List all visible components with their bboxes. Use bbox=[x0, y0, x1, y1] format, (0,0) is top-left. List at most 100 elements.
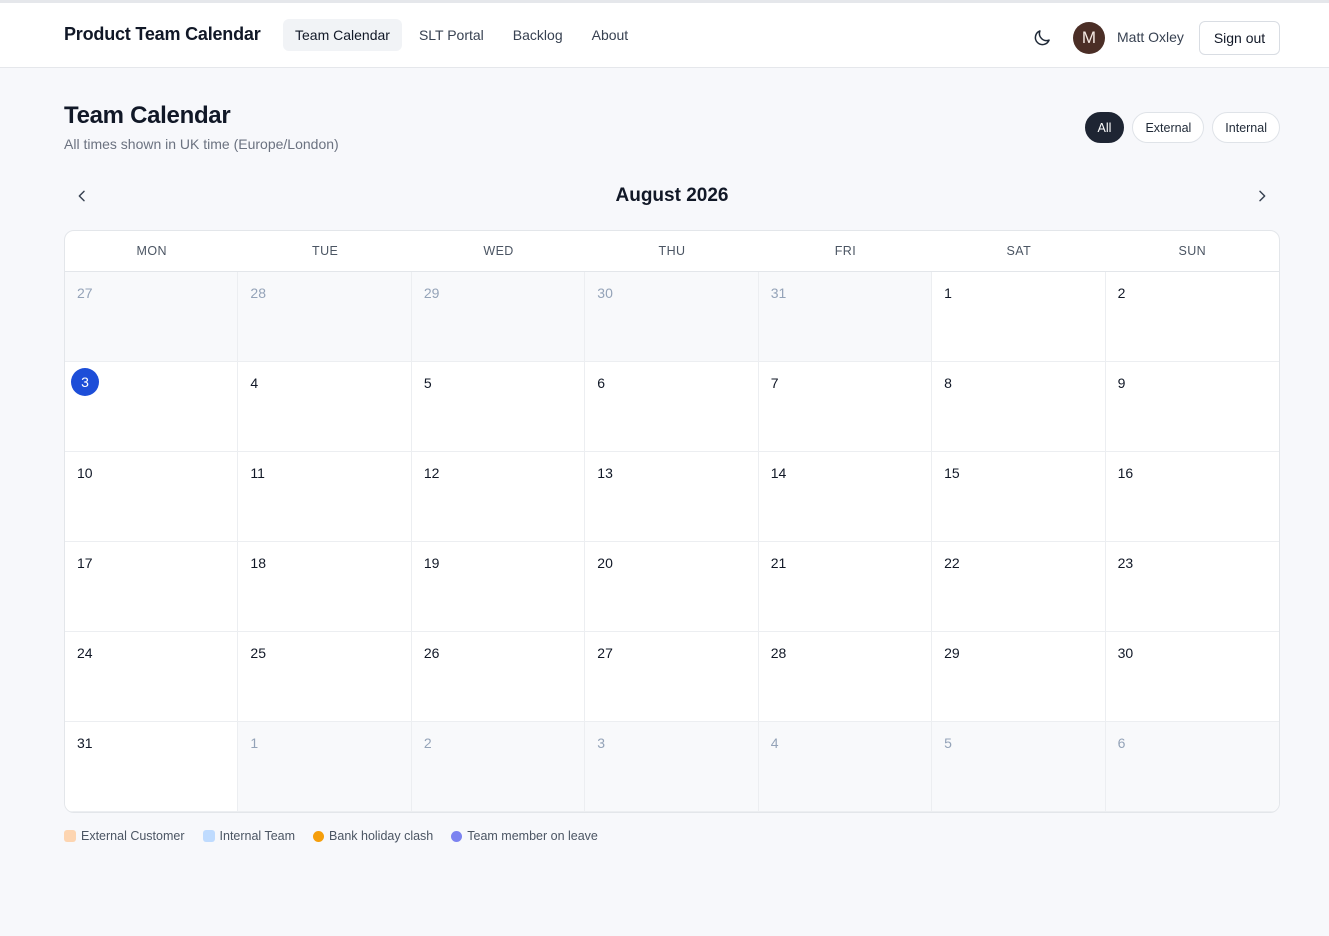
legend-item: Team member on leave bbox=[451, 829, 598, 843]
day-cell[interactable]: 26 bbox=[411, 632, 586, 722]
sign-out-button[interactable]: Sign out bbox=[1199, 21, 1280, 55]
filter-external[interactable]: External bbox=[1132, 112, 1205, 143]
day-cell[interactable]: 31 bbox=[758, 272, 933, 362]
filter-internal[interactable]: Internal bbox=[1212, 112, 1280, 143]
legend-item: Bank holiday clash bbox=[313, 829, 433, 843]
day-cell[interactable]: 1 bbox=[238, 722, 412, 812]
weekday-header-row: MON TUE WED THU FRI SAT SUN bbox=[65, 231, 1279, 272]
chevron-right-icon[interactable] bbox=[1250, 184, 1274, 208]
weekday-header: FRI bbox=[834, 244, 857, 258]
day-number: 13 bbox=[597, 465, 613, 481]
day-cell[interactable]: 2 bbox=[1105, 272, 1279, 362]
day-number: 12 bbox=[423, 465, 440, 481]
day-number: 9 bbox=[1117, 375, 1126, 391]
day-cell[interactable]: 30 bbox=[585, 272, 759, 362]
day-cell[interactable]: 7 bbox=[758, 362, 933, 452]
day-cell[interactable]: 17 bbox=[65, 542, 239, 632]
weekday-header: THU bbox=[658, 244, 686, 258]
weekday-header: WED bbox=[483, 244, 514, 258]
month-calendar: MON TUE WED THU FRI SAT SUN 27 28 29 30 31 1 2 3 4 5 6 7 8… bbox=[64, 230, 1280, 813]
legend-swatch bbox=[202, 830, 215, 842]
day-cell[interactable]: 28 bbox=[238, 272, 412, 362]
page-subtitle: All times shown in UK time (Europe/Londo… bbox=[64, 136, 339, 152]
day-cell[interactable]: 28 bbox=[758, 632, 933, 722]
legend-label: Internal Team bbox=[219, 829, 296, 843]
day-cell[interactable]: 12 bbox=[411, 452, 586, 542]
day-cell[interactable]: 2 bbox=[411, 722, 586, 812]
weekday-header: SAT bbox=[1006, 244, 1032, 258]
day-number: 19 bbox=[423, 555, 440, 571]
day-cell[interactable]: 24 bbox=[65, 632, 239, 722]
legend-label: External Customer bbox=[81, 829, 185, 843]
day-cell[interactable]: 4 bbox=[758, 722, 933, 812]
day-cell[interactable]: 29 bbox=[932, 632, 1106, 722]
day-number: 7 bbox=[770, 375, 779, 391]
day-cell[interactable]: 14 bbox=[758, 452, 933, 542]
day-number: 27 bbox=[597, 645, 613, 661]
day-cell[interactable]: 15 bbox=[932, 452, 1106, 542]
nav-slt-portal[interactable]: SLT Portal bbox=[407, 19, 496, 51]
weekday-header: SUN bbox=[1178, 244, 1207, 258]
day-number: 28 bbox=[250, 285, 266, 301]
legend-label: Bank holiday clash bbox=[329, 829, 434, 843]
day-number: 6 bbox=[597, 375, 606, 391]
day-number: 18 bbox=[250, 555, 266, 571]
day-cell[interactable]: 6 bbox=[1105, 722, 1279, 812]
day-number: 8 bbox=[944, 375, 952, 391]
day-cell[interactable]: 8 bbox=[932, 362, 1106, 452]
page-title: Team Calendar bbox=[64, 102, 231, 129]
legend-swatch bbox=[64, 830, 76, 842]
day-cell[interactable]: 1 bbox=[932, 272, 1106, 362]
event-filter-group: All External Internal bbox=[1084, 112, 1280, 143]
app-brand[interactable]: Product Team Calendar bbox=[64, 24, 261, 45]
day-cell[interactable]: 5 bbox=[411, 362, 586, 452]
day-cell[interactable]: 3 bbox=[585, 722, 759, 812]
legend-swatch bbox=[313, 830, 325, 842]
day-cell[interactable]: 4 bbox=[238, 362, 412, 452]
day-cell[interactable]: 13 bbox=[585, 452, 759, 542]
legend-swatch bbox=[451, 830, 463, 842]
day-number: 25 bbox=[250, 645, 266, 661]
day-cell[interactable]: 25 bbox=[238, 632, 412, 722]
filter-all[interactable]: All bbox=[1084, 112, 1125, 143]
day-number: 16 bbox=[1117, 465, 1134, 481]
day-cell[interactable]: 21 bbox=[758, 542, 933, 632]
day-cell[interactable]: 23 bbox=[1105, 542, 1279, 632]
day-number: 6 bbox=[1117, 735, 1126, 751]
moon-icon[interactable] bbox=[1030, 26, 1054, 50]
day-cell[interactable]: 5 bbox=[932, 722, 1106, 812]
day-cell[interactable]: 30 bbox=[1105, 632, 1279, 722]
legend-item: External Customer bbox=[64, 829, 185, 843]
day-cell[interactable]: 19 bbox=[411, 542, 586, 632]
day-number: 20 bbox=[597, 555, 613, 571]
nav-backlog[interactable]: Backlog bbox=[501, 19, 575, 51]
day-cell[interactable]: 27 bbox=[65, 272, 239, 362]
day-number: 30 bbox=[597, 285, 613, 301]
day-number: 5 bbox=[944, 735, 952, 751]
month-label: August 2026 bbox=[615, 185, 729, 206]
day-cell[interactable]: 10 bbox=[65, 452, 239, 542]
day-cell-today[interactable]: 3 bbox=[65, 362, 239, 452]
day-cell[interactable]: 6 bbox=[585, 362, 759, 452]
day-cell[interactable]: 18 bbox=[238, 542, 412, 632]
user-name: Matt Oxley bbox=[1117, 29, 1184, 45]
weekday-header: TUE bbox=[312, 244, 339, 258]
user-avatar[interactable]: M bbox=[1073, 22, 1105, 54]
day-cell[interactable]: 31 bbox=[65, 722, 239, 812]
legend-item: Internal Team bbox=[202, 829, 296, 843]
day-cell[interactable]: 29 bbox=[411, 272, 586, 362]
day-cell[interactable]: 27 bbox=[585, 632, 759, 722]
day-number: 15 bbox=[944, 465, 960, 481]
day-number: 3 bbox=[71, 368, 99, 396]
day-cell[interactable]: 22 bbox=[932, 542, 1106, 632]
day-cell[interactable]: 9 bbox=[1105, 362, 1279, 452]
day-number: 30 bbox=[1117, 645, 1134, 661]
day-number: 22 bbox=[944, 555, 960, 571]
day-cell[interactable]: 20 bbox=[585, 542, 759, 632]
day-cell[interactable]: 16 bbox=[1105, 452, 1279, 542]
day-cell[interactable]: 11 bbox=[238, 452, 412, 542]
day-number: 26 bbox=[423, 645, 440, 661]
nav-about[interactable]: About bbox=[580, 19, 641, 51]
nav-team-calendar[interactable]: Team Calendar bbox=[283, 19, 402, 51]
legend-label: Team member on leave bbox=[467, 829, 598, 843]
